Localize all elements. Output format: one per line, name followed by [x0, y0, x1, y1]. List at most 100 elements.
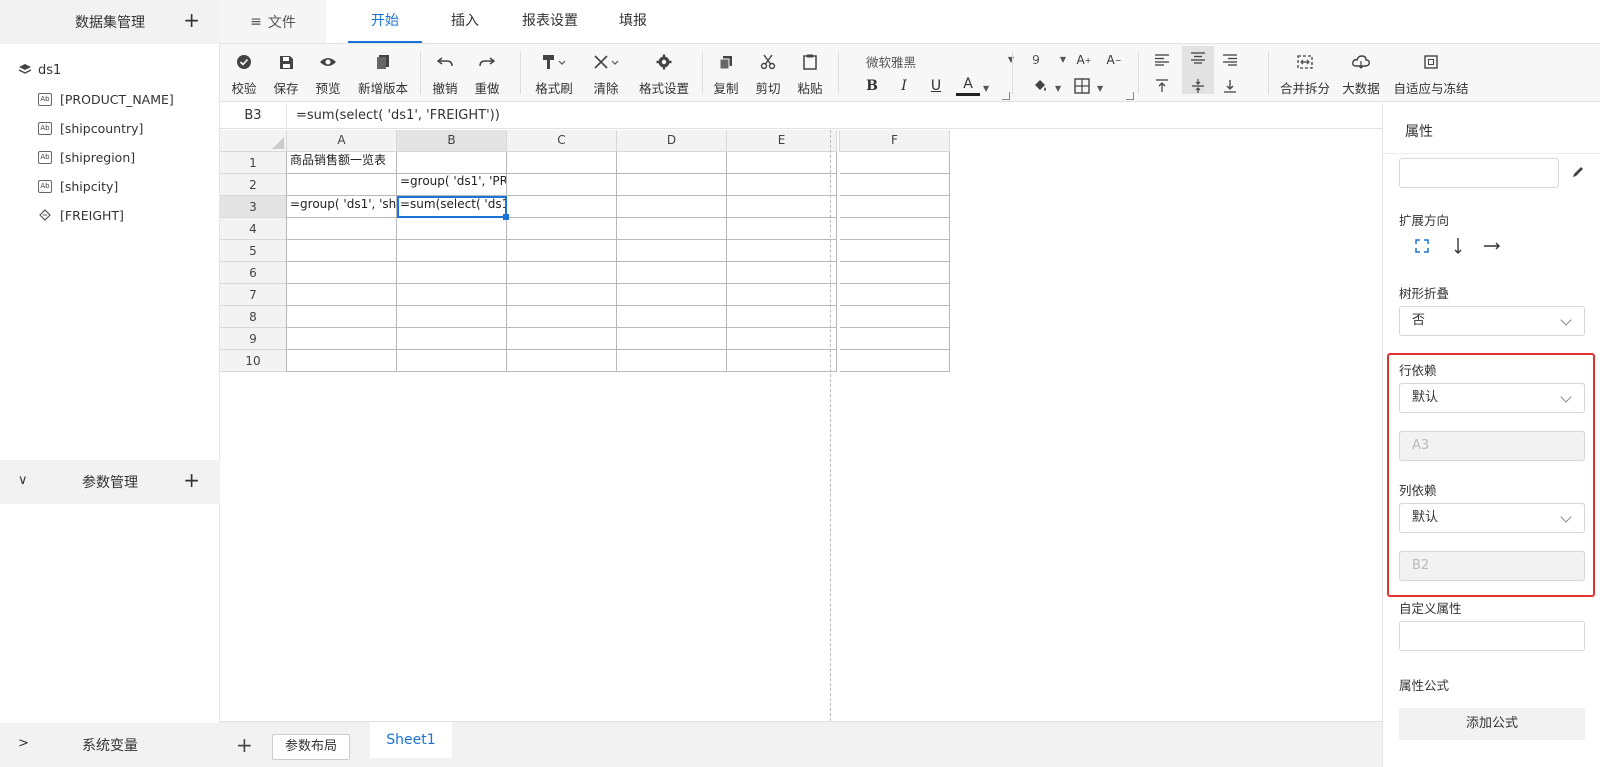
align-middle-icon[interactable]	[1186, 74, 1210, 98]
cell-c1[interactable]	[507, 152, 617, 174]
cell-f8[interactable]	[840, 306, 950, 328]
cell-c10[interactable]	[507, 350, 617, 372]
font-size-decrease-icon[interactable]: A −	[1102, 48, 1126, 72]
add-param-icon[interactable]: +	[183, 470, 200, 490]
row-header-1[interactable]: 1	[220, 152, 287, 174]
cell-dialog-icon[interactable]	[1126, 92, 1134, 100]
border-icon[interactable]	[1070, 74, 1094, 98]
cell-d8[interactable]	[617, 306, 727, 328]
formula-input[interactable]: =sum(select( 'ds1', 'FREIGHT'))	[296, 103, 500, 129]
tab-insert[interactable]: 插入	[438, 0, 492, 43]
field-shipregion[interactable]: Ab [shipregion]	[38, 146, 135, 168]
expand-none-icon[interactable]	[1415, 239, 1429, 253]
column-header-d[interactable]: D	[617, 130, 727, 152]
align-bottom-icon[interactable]	[1218, 74, 1242, 98]
format-settings-button[interactable]: 格式设置	[634, 44, 694, 102]
italic-icon[interactable]: I	[892, 74, 916, 98]
copy-button[interactable]: 复制	[710, 44, 742, 102]
cell-e6[interactable]	[727, 262, 837, 284]
column-header-e[interactable]: E	[727, 130, 837, 152]
underline-icon[interactable]: U	[924, 74, 948, 98]
arrow-down-icon[interactable]	[1453, 237, 1463, 255]
font-family-select[interactable]: 微软雅黑 ▼	[866, 52, 1016, 70]
tab-report-settings[interactable]: 报表设置	[510, 0, 590, 43]
cell-f9[interactable]	[840, 328, 950, 350]
cell-f7[interactable]	[840, 284, 950, 306]
cell-b6[interactable]	[397, 262, 507, 284]
bold-icon[interactable]: B	[860, 74, 884, 98]
chevron-right-icon[interactable]: >	[18, 736, 29, 751]
cell-a1[interactable]: 商品销售额一览表	[287, 152, 397, 174]
field-freight[interactable]: [FREIGHT]	[38, 204, 124, 226]
column-dependency-select[interactable]: 默认	[1399, 503, 1585, 533]
cell-d1[interactable]	[617, 152, 727, 174]
cell-a5[interactable]	[287, 240, 397, 262]
check-button[interactable]: 校验	[226, 44, 262, 102]
grid-corner[interactable]	[220, 130, 287, 152]
cell-e5[interactable]	[727, 240, 837, 262]
merge-split-button[interactable]: 合并拆分	[1276, 44, 1334, 102]
fill-handle[interactable]	[503, 214, 509, 220]
row-header-6[interactable]: 6	[220, 262, 287, 284]
save-button[interactable]: 保存	[268, 44, 304, 102]
align-right-icon[interactable]	[1218, 48, 1242, 72]
font-size-select[interactable]: 9 ▼	[1032, 52, 1066, 70]
cell-reference[interactable]: B3	[220, 103, 287, 129]
cell-e2[interactable]	[727, 174, 837, 196]
param-manager-header[interactable]: ∨ 参数管理 +	[0, 460, 220, 504]
adapt-freeze-button[interactable]: 自适应与冻结	[1388, 44, 1474, 102]
dataset-ds1[interactable]: ds1	[18, 60, 61, 80]
column-header-f[interactable]: F	[840, 130, 950, 152]
tab-start[interactable]: 开始	[348, 0, 422, 43]
cell-f6[interactable]	[840, 262, 950, 284]
cell-c4[interactable]	[507, 218, 617, 240]
cell-a3[interactable]: =group( 'ds1', 'shipcity')	[287, 196, 397, 218]
cell-a4[interactable]	[287, 218, 397, 240]
cell-e10[interactable]	[727, 350, 837, 372]
cell-b3[interactable]: =sum(select( 'ds1', 'FREIGHT'))	[397, 196, 507, 218]
cell-f3[interactable]	[840, 196, 950, 218]
cell-b4[interactable]	[397, 218, 507, 240]
dropdown-icon[interactable]: ▼	[983, 84, 989, 93]
chevron-down-icon[interactable]: ∨	[18, 473, 28, 488]
cell-b7[interactable]	[397, 284, 507, 306]
cell-f1[interactable]	[840, 152, 950, 174]
cell-b2[interactable]: =group( 'ds1', 'PRODUCT_NAME')	[397, 174, 507, 196]
cell-f4[interactable]	[840, 218, 950, 240]
cell-e9[interactable]	[727, 328, 837, 350]
big-data-button[interactable]: 大数据	[1338, 44, 1384, 102]
cell-b1[interactable]	[397, 152, 507, 174]
cell-c6[interactable]	[507, 262, 617, 284]
cell-a2[interactable]	[287, 174, 397, 196]
cell-c2[interactable]	[507, 174, 617, 196]
add-sheet-icon[interactable]: +	[236, 733, 253, 757]
cell-f2[interactable]	[840, 174, 950, 196]
field-product-name[interactable]: Ab [PRODUCT_NAME]	[38, 88, 174, 110]
dropdown-icon[interactable]: ▼	[1055, 84, 1061, 93]
row-header-5[interactable]: 5	[220, 240, 287, 262]
cell-a8[interactable]	[287, 306, 397, 328]
cell-e7[interactable]	[727, 284, 837, 306]
cell-a6[interactable]	[287, 262, 397, 284]
row-header-10[interactable]: 10	[220, 350, 287, 372]
cell-d3[interactable]	[617, 196, 727, 218]
font-dialog-icon[interactable]	[1002, 92, 1010, 100]
cell-e8[interactable]	[727, 306, 837, 328]
cell-c5[interactable]	[507, 240, 617, 262]
cell-c3[interactable]	[507, 196, 617, 218]
cell-d5[interactable]	[617, 240, 727, 262]
column-header-c[interactable]: C	[507, 130, 617, 152]
format-brush-button[interactable]: 格式刷	[530, 44, 578, 102]
sheet-tab[interactable]: Sheet1	[370, 722, 452, 758]
cell-d9[interactable]	[617, 328, 727, 350]
align-left-icon[interactable]	[1150, 48, 1174, 72]
cell-a9[interactable]	[287, 328, 397, 350]
row-dependency-select[interactable]: 默认	[1399, 383, 1585, 413]
field-shipcountry[interactable]: Ab [shipcountry]	[38, 117, 143, 139]
cell-d6[interactable]	[617, 262, 727, 284]
column-header-a[interactable]: A	[287, 130, 397, 152]
row-header-9[interactable]: 9	[220, 328, 287, 350]
fill-color-icon[interactable]	[1028, 74, 1052, 98]
cell-b9[interactable]	[397, 328, 507, 350]
arrow-right-icon[interactable]	[1483, 241, 1501, 251]
